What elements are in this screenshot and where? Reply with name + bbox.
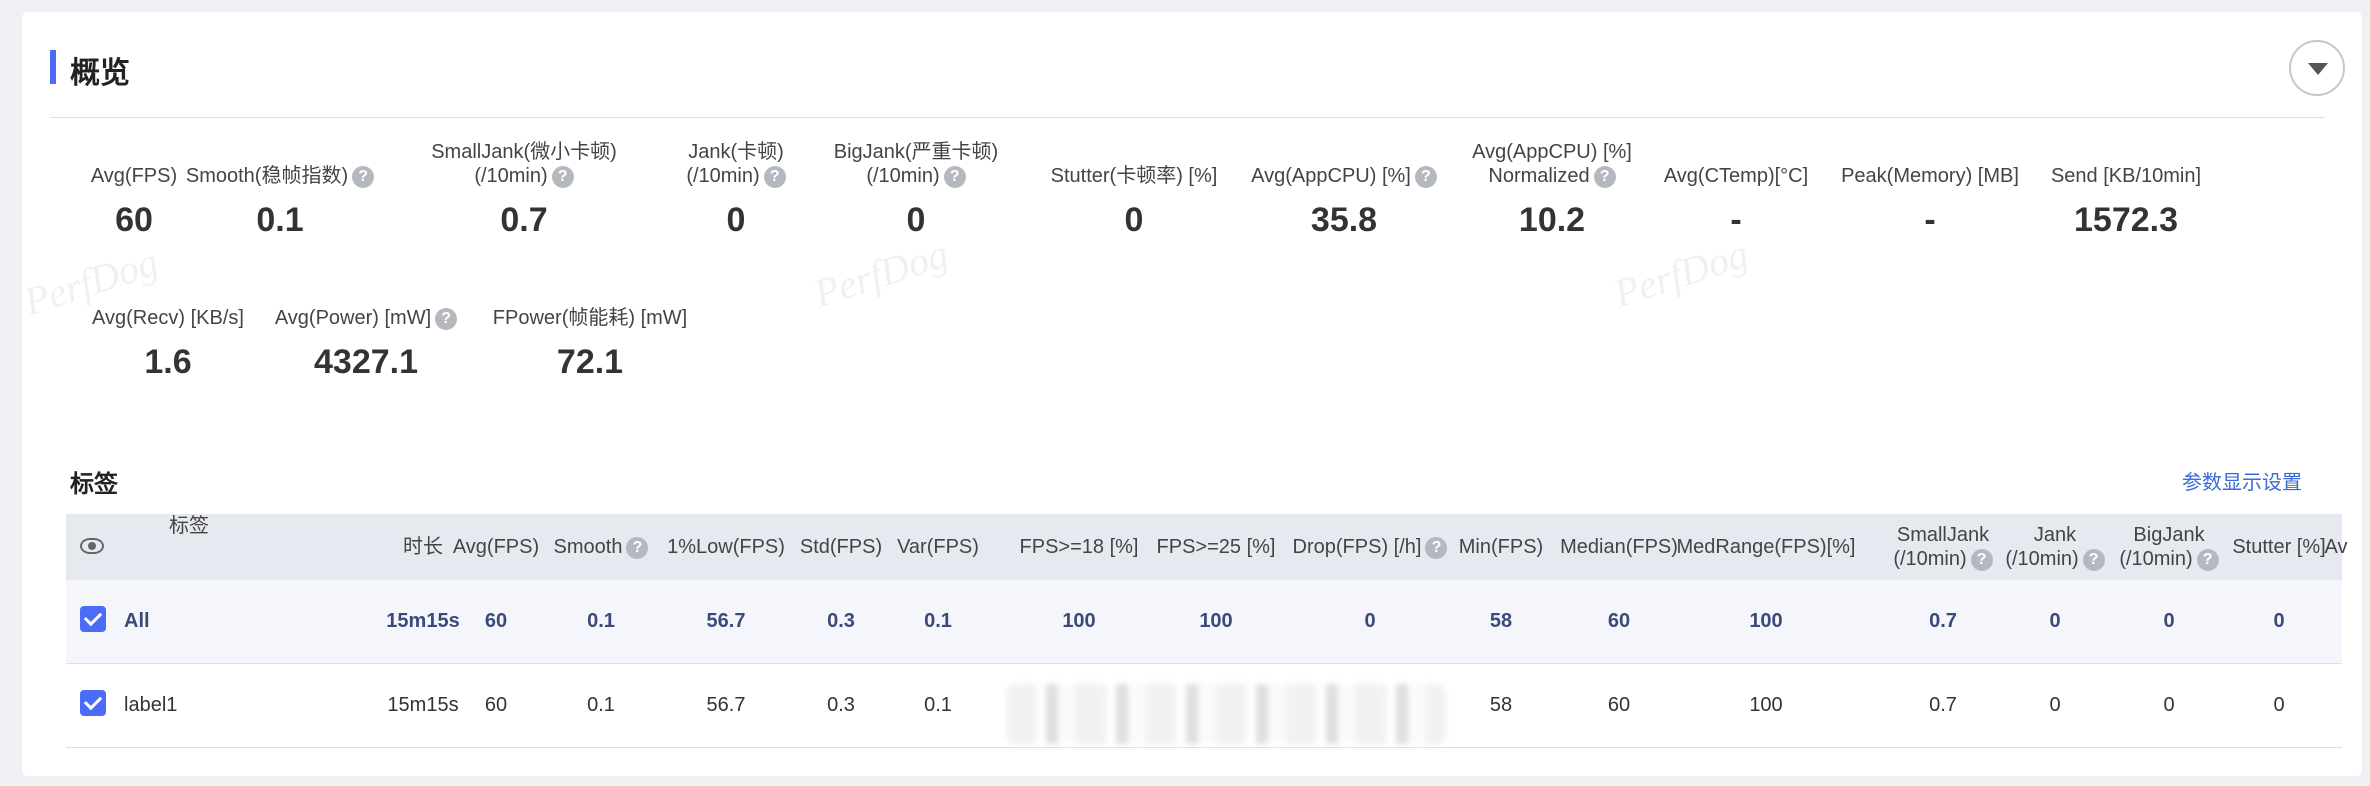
eye-icon[interactable] [80,538,104,554]
column-header[interactable]: Av [2316,514,2356,580]
overview-card: 概览 PerfDog PerfDog PerfDog Avg(FPS) 60 Smo… [22,12,2362,776]
checkbox-checked-icon[interactable] [80,690,106,716]
table-cell: 0 [2273,694,2285,716]
redacted-region [1006,684,1446,744]
table-cell: 60 [1607,610,1631,632]
title-accent-bar [50,50,56,84]
table-cell: 0.1 [924,694,952,716]
help-icon[interactable]: ? [626,536,649,559]
column-header[interactable]: Std(FPS) [791,514,891,580]
column-header[interactable]: Median(FPS) [1554,514,1684,580]
help-icon[interactable]: ? [2082,548,2105,571]
tags-title: 标签 [70,471,118,498]
table-cell: 60 [484,694,508,716]
column-header[interactable]: MedRange(FPS)[%] [1671,514,1861,580]
table-cell: 58 [1489,610,1513,632]
table-cell: 0.3 [827,694,855,716]
watermark: PerfDog [1608,230,1754,317]
tag-name-cell: All [124,610,150,632]
column-header[interactable]: BigJank (/10min)? [2119,514,2219,580]
table-cell: 0 [2049,694,2061,716]
table-cell: 0.7 [1929,694,1957,716]
section-header: 概览 [50,34,2345,118]
help-icon[interactable]: ? [1970,548,1993,571]
collapse-chevron-icon[interactable] [2289,40,2345,96]
table-cell: 0 [2163,694,2175,716]
help-icon[interactable]: ? [763,165,786,188]
column-header[interactable]: Drop(FPS) [/h]? [1290,514,1450,580]
column-header[interactable]: FPS>=25 [%] [1151,514,1281,580]
table-cell: 60 [484,610,508,632]
column-header[interactable]: FPS>=18 [%] [1014,514,1144,580]
table-cell: 0 [2273,610,2285,632]
column-header[interactable]: Var(FPS) [888,514,988,580]
column-header[interactable]: Jank (/10min)? [2005,514,2105,580]
table-cell: 100 [1749,610,1783,632]
help-icon[interactable]: ? [2196,548,2219,571]
metric-value: 4327.1 [314,343,418,381]
table-row[interactable]: All 15m15s 60 0.1 56.7 0.3 0.1 100 100 0 58 60 100 0.… [66,580,2342,664]
table-cell: 0.3 [827,610,855,632]
help-icon[interactable]: ? [1425,536,1448,559]
help-icon[interactable]: ? [352,165,375,188]
help-icon[interactable]: ? [943,165,966,188]
table-cell: 0.1 [587,694,615,716]
column-header[interactable]: Avg(FPS) [441,514,551,580]
metric-value: 72.1 [556,343,624,381]
metric-r2-2: FPower(帧能耗) [mW] 72.1 [460,282,720,382]
help-icon[interactable]: ? [435,307,458,330]
table-cell: 0.1 [587,610,615,632]
table-cell: 0 [2049,610,2061,632]
table-header: 标签 时长 Avg(FPS) Smooth? 1%Low(FPS) Std(FPS) Var… [66,514,2347,580]
metric-label: Send [KB/10min] [2050,165,2202,187]
metric-value: 0.1 [256,201,304,239]
table-cell: 100 [1062,610,1096,632]
metric-r2-1: Avg(Power) [mW]? 4327.1 [236,282,496,382]
table-cell: 0 [2163,610,2175,632]
metric-r1-1: Smooth(稳帧指数)? 0.1 [150,140,410,240]
table-cell: 60 [1607,694,1631,716]
section-title: 概览 [70,57,130,90]
metric-value: 1572.3 [2074,201,2178,239]
metric-label: Smooth(稳帧指数)? [150,140,410,188]
table-cell: 0.1 [924,610,952,632]
table-cell: 0 [1364,610,1376,632]
column-header[interactable]: SmallJank (/10min)? [1888,514,1998,580]
checkbox-checked-icon[interactable] [80,606,106,632]
tags-table: 标签 时长 Avg(FPS) Smooth? 1%Low(FPS) Std(FPS) Var… [66,514,2347,762]
watermark: PerfDog [808,230,954,317]
table-cell: 58 [1489,694,1513,716]
table-cell: 56.7 [706,610,746,632]
column-header[interactable]: Min(FPS) [1451,514,1551,580]
metric-label: Avg(Power) [mW]? [236,282,496,330]
column-header[interactable]: 1%Low(FPS) [661,514,791,580]
metric-r1-10: Send [KB/10min] 1572.3 [1996,140,2256,240]
table-cell: 0.7 [1929,610,1957,632]
table-cell: 100 [1749,694,1783,716]
table-cell: 100 [1199,610,1233,632]
column-header[interactable]: 标签 [124,514,254,580]
tag-name-cell: label1 [124,694,178,716]
display-settings-link[interactable]: 参数显示设置 [2182,466,2302,495]
metric-label: FPower(帧能耗) [mW] [492,307,688,329]
column-header[interactable]: Smooth? [551,514,651,580]
help-icon[interactable]: ? [551,165,574,188]
table-cell: 56.7 [706,694,746,716]
